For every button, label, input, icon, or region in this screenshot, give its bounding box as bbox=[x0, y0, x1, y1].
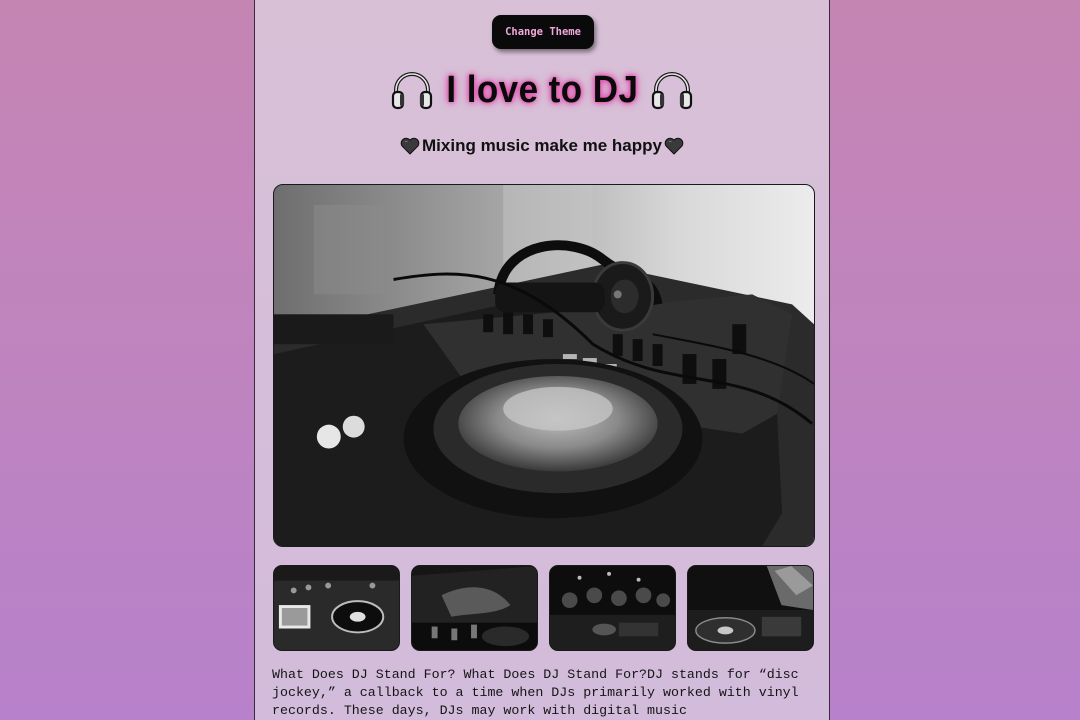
black-heart-icon bbox=[400, 137, 420, 155]
hand-on-mixer-photo bbox=[412, 566, 537, 650]
subtitle-text: Mixing music make me happy bbox=[422, 136, 662, 155]
dj-controller-photo bbox=[274, 566, 399, 650]
thumbnail-3[interactable] bbox=[549, 565, 676, 651]
headphones-icon bbox=[652, 72, 693, 110]
page-title: I love to DJ bbox=[255, 65, 829, 115]
content-card: Change Theme I love to DJ Mixing music m… bbox=[254, 0, 830, 720]
crowd-at-dj-booth-photo bbox=[550, 566, 675, 650]
dj-deck-with-headphones-photo bbox=[274, 185, 814, 546]
thumbnail-2[interactable] bbox=[411, 565, 538, 651]
thumbnail-gallery bbox=[273, 565, 815, 651]
page-subtitle: Mixing music make me happy bbox=[255, 133, 829, 159]
thumbnail-4[interactable] bbox=[687, 565, 814, 651]
hero-image bbox=[273, 184, 815, 547]
title-text: I love to DJ bbox=[445, 68, 639, 111]
black-heart-icon bbox=[664, 137, 684, 155]
dj-at-turntable-photo bbox=[688, 566, 813, 650]
thumbnail-1[interactable] bbox=[273, 565, 400, 651]
article-text: What Does DJ Stand For? What Does DJ Sta… bbox=[272, 667, 799, 718]
headphones-icon bbox=[391, 72, 432, 110]
change-theme-button[interactable]: Change Theme bbox=[492, 15, 594, 49]
